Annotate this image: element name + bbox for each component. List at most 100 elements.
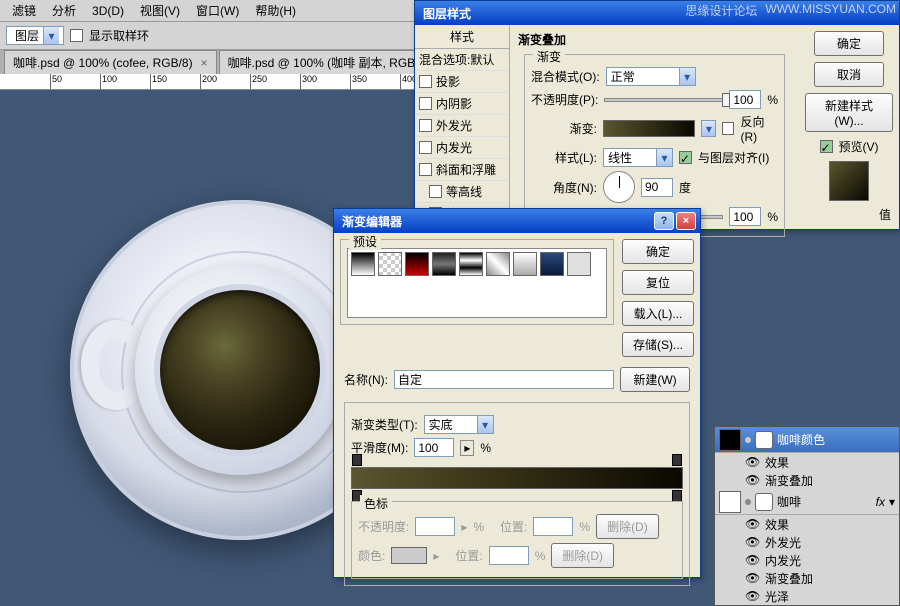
style-select[interactable]: 线性▾ <box>603 148 673 167</box>
layer-satin[interactable]: 👁光泽 <box>715 587 899 605</box>
style-main-panel: 渐变叠加 渐变 混合模式(O): 正常▾ 不透明度(P): % 渐变: ▾ <box>510 25 799 231</box>
sidebar-contour[interactable]: 等高线 <box>415 181 509 203</box>
angle-label: 角度(N): <box>531 179 597 196</box>
eye-icon[interactable]: 👁 <box>745 553 759 567</box>
gradient-editor-titlebar[interactable]: 渐变编辑器 ? × <box>334 209 700 233</box>
stop-position-input <box>533 517 573 536</box>
reset-button[interactable]: 复位 <box>622 270 694 295</box>
menu-help[interactable]: 帮助(H) <box>247 0 304 21</box>
opacity-slider[interactable] <box>604 98 723 102</box>
artwork-cup <box>135 265 345 475</box>
chevron-down-icon: ▾ <box>477 416 493 433</box>
style-button-column: 确定 取消 新建样式(W)... ✓预览(V) <box>799 25 899 231</box>
style-sidebar: 样式 混合选项:默认 投影 内阴影 外发光 内发光 斜面和浮雕 等高线 纹理 <box>415 25 510 231</box>
menu-filter[interactable]: 滤镜 <box>4 0 44 21</box>
opacity-stop[interactable] <box>672 454 682 466</box>
layer-target-select[interactable]: 图层 ▾ <box>6 26 64 45</box>
sidebar-inner-shadow[interactable]: 内阴影 <box>415 93 509 115</box>
layer-coffee[interactable]: 咖啡 fx▾ <box>715 489 899 515</box>
sidebar-drop-shadow[interactable]: 投影 <box>415 71 509 93</box>
stops-label: 色标 <box>360 495 392 512</box>
ok-button[interactable]: 确定 <box>622 239 694 264</box>
layer-coffee-color[interactable]: 咖啡颜色 <box>715 427 899 453</box>
close-icon[interactable]: × <box>201 56 208 70</box>
angle-dial[interactable] <box>603 171 635 203</box>
save-button[interactable]: 存储(S)... <box>622 332 694 357</box>
layer-effects[interactable]: 👁效果 <box>715 453 899 471</box>
stop-position-label2: 位置: <box>455 547 482 564</box>
link-icon <box>745 499 751 505</box>
group-label: 渐变 <box>533 48 565 65</box>
cancel-button[interactable]: 取消 <box>814 62 884 87</box>
angle-input[interactable] <box>641 178 673 197</box>
gradient-dropdown[interactable]: ▾ <box>701 120 716 137</box>
opacity-stop[interactable] <box>352 454 362 466</box>
preset-grid[interactable] <box>347 248 607 318</box>
preset-swatch[interactable] <box>540 252 564 276</box>
watermark: 思缘设计论坛 WWW.MISSYUAN.COM <box>685 2 896 19</box>
preset-swatch[interactable] <box>567 252 591 276</box>
sidebar-bevel[interactable]: 斜面和浮雕 <box>415 159 509 181</box>
sidebar-outer-glow[interactable]: 外发光 <box>415 115 509 137</box>
stop-color-label: 颜色: <box>358 547 385 564</box>
scale-input[interactable] <box>729 207 761 226</box>
type-label: 渐变类型(T): <box>351 416 418 433</box>
layer-grad-overlay[interactable]: 👁渐变叠加 <box>715 471 899 489</box>
stepper-icon[interactable]: ▸ <box>460 440 474 456</box>
type-select[interactable]: 实底▾ <box>424 415 494 434</box>
menu-3d[interactable]: 3D(D) <box>84 2 132 20</box>
link-icon <box>745 437 751 443</box>
mask-thumb <box>755 493 773 511</box>
preset-swatch[interactable] <box>378 252 402 276</box>
chevron-down-icon: ▾ <box>679 68 695 85</box>
chevron-down-icon[interactable]: ▾ <box>889 495 895 509</box>
preview-checkbox[interactable]: ✓ <box>820 140 833 153</box>
opacity-label: 不透明度(P): <box>531 91 598 108</box>
sidebar-inner-glow[interactable]: 内发光 <box>415 137 509 159</box>
eye-icon[interactable]: 👁 <box>745 571 759 585</box>
layer-outer-glow[interactable]: 👁外发光 <box>715 533 899 551</box>
stop-position-input2 <box>489 546 529 565</box>
eye-icon[interactable]: 👁 <box>745 455 759 469</box>
preset-swatch[interactable] <box>459 252 483 276</box>
menu-view[interactable]: 视图(V) <box>132 0 188 21</box>
gradient-swatch[interactable] <box>603 120 695 137</box>
opacity-input[interactable] <box>729 90 761 109</box>
new-style-button[interactable]: 新建样式(W)... <box>805 93 893 132</box>
smooth-input[interactable] <box>414 438 454 457</box>
close-button[interactable]: × <box>676 212 696 230</box>
reverse-checkbox[interactable] <box>722 122 734 135</box>
layer-inner-glow[interactable]: 👁内发光 <box>715 551 899 569</box>
eye-icon[interactable]: 👁 <box>745 473 759 487</box>
preset-swatch[interactable] <box>486 252 510 276</box>
blend-mode-select[interactable]: 正常▾ <box>606 67 696 86</box>
layer-grad-overlay2[interactable]: 👁渐变叠加 <box>715 569 899 587</box>
load-button[interactable]: 载入(L)... <box>622 301 694 326</box>
preset-swatch[interactable] <box>432 252 456 276</box>
menu-analysis[interactable]: 分析 <box>44 0 84 21</box>
gradient-bar[interactable] <box>351 467 683 489</box>
show-sample-checkbox[interactable] <box>70 29 83 42</box>
eye-icon[interactable]: 👁 <box>745 589 759 603</box>
eye-icon[interactable]: 👁 <box>745 535 759 549</box>
align-checkbox[interactable]: ✓ <box>679 151 692 164</box>
new-button[interactable]: 新建(W) <box>620 367 690 392</box>
sidebar-blend-options[interactable]: 混合选项:默认 <box>415 49 509 71</box>
stop-opacity-input <box>415 517 455 536</box>
fx-badge[interactable]: fx <box>876 495 885 509</box>
layer-style-dialog: 图层样式 样式 混合选项:默认 投影 内阴影 外发光 内发光 斜面和浮雕 等高线… <box>414 0 900 230</box>
menu-window[interactable]: 窗口(W) <box>188 0 247 21</box>
name-input[interactable] <box>394 370 614 389</box>
tab-doc-1[interactable]: 咖啡.psd @ 100% (cofee, RGB/8)× <box>4 50 217 74</box>
gradient-label: 渐变: <box>531 120 597 137</box>
ok-button[interactable]: 确定 <box>814 31 884 56</box>
preset-swatch[interactable] <box>513 252 537 276</box>
preset-swatch[interactable] <box>351 252 375 276</box>
delete-button2: 删除(D) <box>551 543 614 568</box>
layer-thumb <box>719 491 741 513</box>
help-button[interactable]: ? <box>654 212 674 230</box>
preset-swatch[interactable] <box>405 252 429 276</box>
sidebar-header: 样式 <box>415 25 509 49</box>
eye-icon[interactable]: 👁 <box>745 517 759 531</box>
layer-effects2[interactable]: 👁效果 <box>715 515 899 533</box>
